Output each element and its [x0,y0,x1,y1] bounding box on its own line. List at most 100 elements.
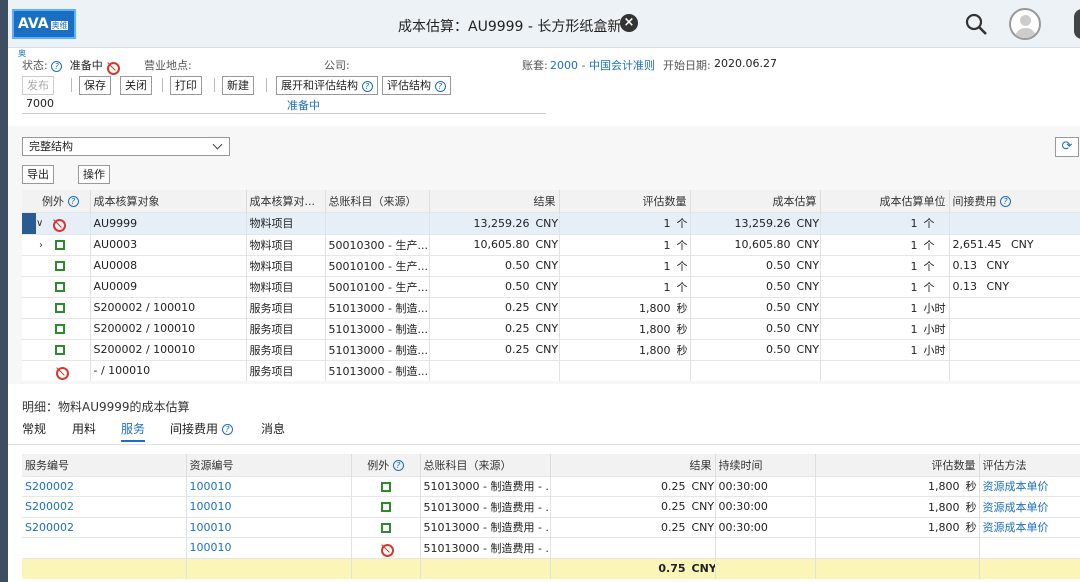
structure-select[interactable]: 完整结构 [22,137,230,156]
help-icon[interactable]: ? [392,460,404,472]
close-icon[interactable]: × [620,14,638,32]
cell-exception: ∨ [22,211,91,234]
new-button[interactable]: 新建 [222,76,254,95]
cell-estimate: 0.50 CNY [690,296,821,318]
cell-result: 0.25 CNY [429,296,560,318]
ok-status-icon [380,522,391,533]
cell-result [550,537,716,558]
cell-estimate-unit: 1 小时 [820,317,950,339]
help-icon[interactable]: ? [51,60,63,72]
export-button[interactable]: 导出 [22,165,54,184]
tab-materials[interactable]: 用料 [72,420,96,437]
service-link[interactable] [22,537,187,558]
table-row[interactable]: S200002 100010 51013000 - 制造费用 - ... 0.25 CN… [22,475,1080,497]
cell-duration [715,537,816,558]
cell-qty: 1个 [559,211,691,234]
col-duration: 持续时间 [715,454,816,476]
cell-gl: 50010300 - 生产... [325,233,430,255]
toolbar-separator [214,78,215,92]
expand-evaluate-button[interactable]: 展开和评估结构 ? [276,76,378,95]
table-row[interactable]: ∨ AU9999 物料项目 13,259.26 CNY 1 个 13,259.26 CNY 1 个 [22,211,1080,234]
resource-link[interactable]: 100010 [186,475,352,497]
service-link[interactable]: S200002 [22,475,187,497]
table-row[interactable]: S200002 / 100010 服务项目 51013000 - 制造... 0.25… [22,296,1080,318]
table-row[interactable]: S200002 / 100010 服务项目 51013000 - 制造... 0.25… [22,338,1080,360]
partial-value: 7000 [26,97,54,110]
method-link[interactable] [979,537,1080,558]
col-method: 评估方法 [979,454,1080,476]
tab-general[interactable]: 常规 [22,420,46,437]
cell-gl: 51013000 - 制造... [325,317,430,339]
table-row[interactable]: › AU0003 物料项目 50010300 - 生产... 10,605.80 CNY… [22,233,1080,255]
row-selector[interactable] [22,213,36,234]
expand-icon[interactable]: ∨ [36,218,48,229]
col-resource-no: 资源编号 [186,454,352,476]
cell-type: 物料项目 [246,254,326,276]
expand-icon[interactable]: › [39,240,51,251]
resource-link[interactable]: 100010 [186,537,352,558]
left-edge [0,0,8,582]
exception-icon [52,218,66,232]
table-row[interactable]: S200002 100010 51013000 - 制造费用 - ... 0.25 CN… [22,496,1080,517]
method-link[interactable]: 资源成本单价 [979,496,1080,517]
col-object-type: 成本核算对... [246,190,326,212]
table-row[interactable]: AU0009 物料项目 50010100 - 生产... 0.50 CNY 1 个 0.50 C… [22,275,1080,297]
ok-status-icon [54,261,65,271]
cell-estimate [690,359,821,381]
cell-result: 0.25 CNY [550,516,716,538]
tab-messages[interactable]: 消息 [261,420,285,437]
cell-result: 0.25 CNY [550,475,716,497]
cell-result: 0.25 CNY [550,496,716,517]
cell-gl: 50010100 - 生产... [325,275,430,297]
tab-services[interactable]: 服务 [121,420,146,442]
site-label: 营业地点: [144,59,192,72]
cell-qty: 1个 [559,233,691,255]
save-button[interactable]: 保存 [79,76,111,95]
help-tab[interactable] [1074,9,1080,39]
avatar[interactable] [1009,8,1041,40]
method-link[interactable]: 资源成本单价 [979,475,1080,497]
cell-indirect: 0.13 CNY [949,275,1080,297]
col-qty: 评估数量 [815,454,980,476]
col-gl: 总账科目（来源） [420,454,551,476]
tab-overhead[interactable]: 间接费用 ? [170,420,233,437]
cell-indirect [949,338,1080,360]
cell-exception [351,496,421,517]
cell-estimate: 0.50 CNY [690,317,821,339]
table-row[interactable]: S200002 100010 51013000 - 制造费用 - ... 0.25 CN… [22,516,1080,538]
logo[interactable]: AVA 奥维奥 [12,9,76,58]
help-icon[interactable]: ? [1000,196,1011,208]
toolbar-separator [162,78,163,92]
table-row[interactable]: - / 100010 服务项目 51013000 - 制造... [22,359,1080,381]
table-row[interactable]: AU0008 物料项目 50010100 - 生产... 0.50 CNY 1 个 0.50 C… [22,254,1080,276]
service-link[interactable]: S200002 [22,496,187,517]
table-row[interactable]: S200002 / 100010 服务项目 51013000 - 制造... 0.25… [22,317,1080,339]
search-icon[interactable] [964,12,988,36]
start-date-value: 2020.06.27 [714,57,777,70]
resource-link[interactable]: 100010 [186,516,352,538]
col-result: 结果 [550,454,716,476]
services-table: 服务编号 资源编号 例外 ? 总账科目（来源） 结果 持续时间 评估数量 评估方… [22,454,1080,579]
table-row[interactable]: 100010 51013000 - 制造费用 - ... [22,537,1080,558]
service-link[interactable]: S200002 [22,516,187,538]
cell-gl: 51013000 - 制造费用 - ... [420,496,551,517]
ok-status-icon [54,345,65,355]
method-link[interactable]: 资源成本单价 [979,516,1080,538]
total-result: 0.75 CNY [550,557,716,579]
close-button[interactable]: 关闭 [120,76,152,95]
help-icon[interactable]: ? [67,196,79,208]
evaluate-structure-button[interactable]: 评估结构 ? [382,76,451,95]
print-button[interactable]: 打印 [170,76,202,95]
cell-type: 服务项目 [246,338,326,360]
col-service-no: 服务编号 [22,454,187,476]
publish-button[interactable]: 发布 [22,76,54,95]
cost-structure-table: 例外 ? 成本核算对象 成本核算对... 总账科目（来源） 结果 评估数量 成本… [22,190,1080,381]
actions-button[interactable]: 操作 [78,165,110,184]
cell-object: - / 100010 [90,359,247,381]
resource-link[interactable]: 100010 [186,496,352,517]
cell-indirect: 2,651.45 CNY [949,233,1080,255]
refresh-icon[interactable]: ⟳ [1055,137,1079,157]
ledger-link[interactable]: 2000 - 中国会计准则 [550,57,655,73]
cell-qty: 1,800 秒 [815,516,980,538]
ok-status-icon [54,240,65,250]
